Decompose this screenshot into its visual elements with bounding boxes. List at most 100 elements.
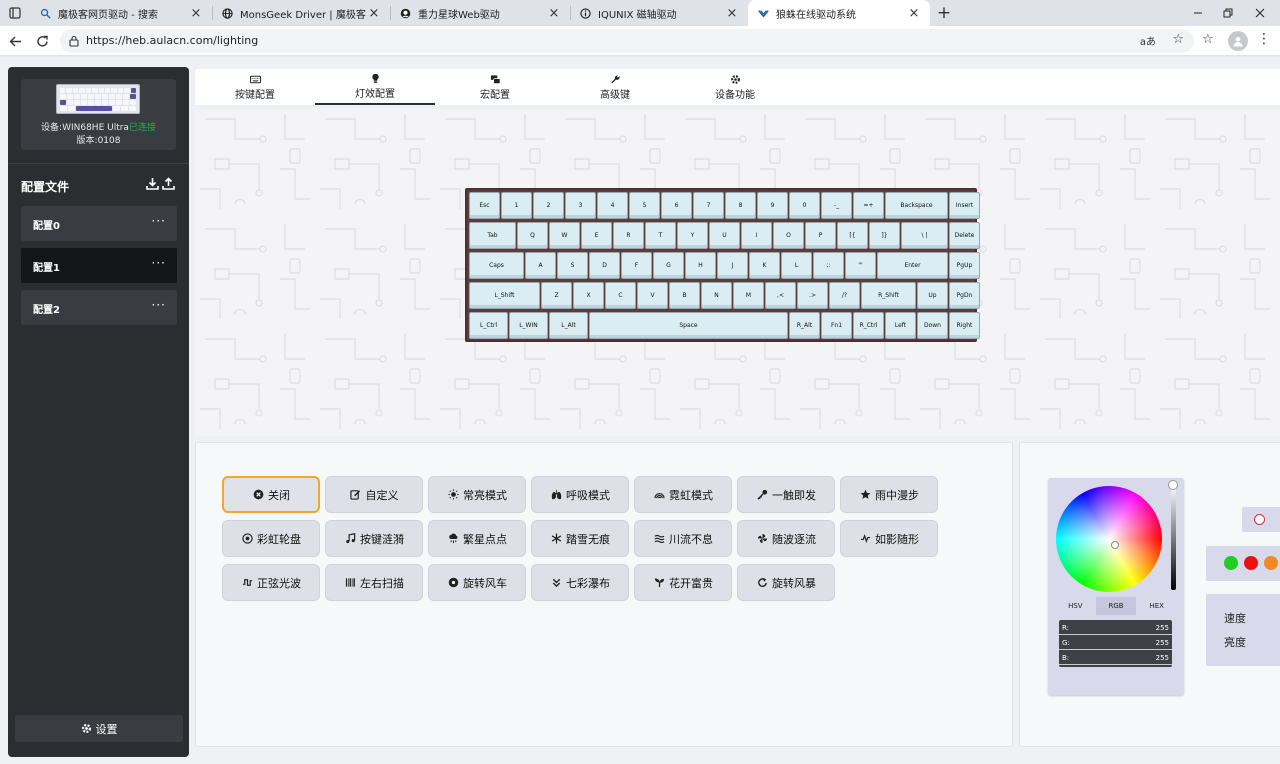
key[interactable]: I xyxy=(741,222,772,249)
key[interactable]: Enter xyxy=(877,252,948,279)
key[interactable]: L_Alt xyxy=(549,312,588,339)
profile-more-icon[interactable]: ··· xyxy=(152,256,166,270)
effect-button[interactable]: 旋转风暴 xyxy=(737,564,835,601)
browser-tab[interactable]: 魔极客网页驱动 - 搜索 × xyxy=(30,0,212,26)
key[interactable]: Backspace xyxy=(885,192,948,219)
key[interactable]: ]} xyxy=(869,222,900,249)
key[interactable]: N xyxy=(701,282,732,309)
key[interactable]: M xyxy=(733,282,764,309)
key[interactable]: Down xyxy=(917,312,948,339)
browser-tab[interactable]: IQUNIX 磁轴驱动 × xyxy=(570,0,748,26)
color-swatch[interactable] xyxy=(1224,556,1238,570)
key[interactable]: 8 xyxy=(725,192,756,219)
key[interactable]: 3 xyxy=(565,192,596,219)
effect-button[interactable]: 常亮模式 xyxy=(428,476,526,513)
key[interactable]: Left xyxy=(885,312,916,339)
key[interactable]: Caps xyxy=(469,252,524,279)
key[interactable]: Insert xyxy=(949,192,980,219)
key[interactable]: Y xyxy=(677,222,708,249)
key[interactable]: L_Ctrl xyxy=(469,312,508,339)
effect-button[interactable]: 正弦光波 xyxy=(222,564,320,601)
key[interactable]: 1 xyxy=(501,192,532,219)
effect-button[interactable]: 踏雪无痕 xyxy=(531,520,629,557)
key[interactable]: \ | xyxy=(901,222,948,249)
effect-button[interactable]: 七彩瀑布 xyxy=(531,564,629,601)
key[interactable]: P xyxy=(805,222,836,249)
key[interactable]: F xyxy=(621,252,652,279)
browser-tab[interactable]: 重力星球Web驱动 × xyxy=(390,0,570,26)
profile-avatar[interactable] xyxy=(1228,31,1248,51)
effect-button[interactable]: 繁星点点 xyxy=(428,520,526,557)
tab-close-icon[interactable]: × xyxy=(906,5,922,21)
main-tab[interactable]: 宏配置 xyxy=(435,69,555,105)
key[interactable]: Z xyxy=(541,282,572,309)
read-aloud-button[interactable]: aあ xyxy=(1140,33,1156,48)
tab-close-icon[interactable]: × xyxy=(188,5,204,21)
key[interactable]: Right xyxy=(949,312,980,339)
key[interactable]: A xyxy=(525,252,556,279)
key[interactable]: L_WIN xyxy=(509,312,548,339)
profile-item[interactable]: 配置2 ··· xyxy=(21,290,177,325)
key[interactable]: Space xyxy=(589,312,788,339)
rgb-channel-value[interactable]: 255 xyxy=(1156,639,1169,647)
key[interactable]: R_Ctrl xyxy=(853,312,884,339)
favorite-star-icon[interactable]: ☆ xyxy=(1172,32,1184,47)
browser-tab[interactable]: MonsGeek Driver | 魔极客云驱动 × xyxy=(212,0,390,26)
url-field[interactable]: https://heb.aulacn.com/lighting aあ ☆ xyxy=(60,29,1194,53)
url-text[interactable]: https://heb.aulacn.com/lighting xyxy=(86,34,258,47)
browser-tab[interactable]: 狼蛛在线驱动系统 × xyxy=(748,0,930,26)
key[interactable]: -_ xyxy=(821,192,852,219)
key[interactable]: C xyxy=(605,282,636,309)
effect-button[interactable]: 川流不息 xyxy=(634,520,732,557)
key[interactable]: [{ xyxy=(837,222,868,249)
download-icon[interactable] xyxy=(146,177,159,190)
key[interactable]: H xyxy=(685,252,716,279)
key[interactable]: 9 xyxy=(757,192,788,219)
back-button[interactable] xyxy=(5,31,25,51)
effect-button[interactable]: 雨中漫步 xyxy=(840,476,938,513)
color-option-radio[interactable] xyxy=(1242,507,1280,532)
key[interactable]: B xyxy=(669,282,700,309)
key[interactable]: O xyxy=(773,222,804,249)
key[interactable]: 7 xyxy=(693,192,724,219)
key[interactable]: Tab xyxy=(469,222,516,249)
brightness-slider-track[interactable] xyxy=(1171,483,1176,590)
key[interactable]: Q xyxy=(517,222,548,249)
profile-more-icon[interactable]: ··· xyxy=(152,214,166,228)
restore-button[interactable] xyxy=(1210,0,1246,26)
effect-button[interactable]: 如影随形 xyxy=(840,520,938,557)
key[interactable]: Delete xyxy=(949,222,980,249)
effect-button[interactable]: 自定义 xyxy=(325,476,423,513)
key[interactable]: L_Shift xyxy=(469,282,540,309)
rgb-channel-value[interactable]: 255 xyxy=(1156,654,1169,662)
color-swatch[interactable] xyxy=(1264,556,1278,570)
main-tab[interactable]: 灯效配置 xyxy=(315,69,435,105)
color-mode-tab[interactable]: HSV xyxy=(1055,597,1096,615)
effect-button[interactable]: 按键涟漪 xyxy=(325,520,423,557)
key[interactable]: T xyxy=(645,222,676,249)
key[interactable]: J xyxy=(717,252,748,279)
key[interactable]: S xyxy=(557,252,588,279)
main-tab[interactable]: 按键配置 xyxy=(195,69,315,105)
site-info-icon[interactable] xyxy=(66,33,82,49)
color-wheel[interactable] xyxy=(1056,486,1162,592)
effect-button[interactable]: 彩虹轮盘 xyxy=(222,520,320,557)
rgb-channel-value[interactable]: 255 xyxy=(1156,624,1169,632)
effect-button[interactable]: 旋转风车 xyxy=(428,564,526,601)
reload-button[interactable] xyxy=(32,31,52,51)
key[interactable]: D xyxy=(589,252,620,279)
color-wheel-handle[interactable] xyxy=(1111,541,1119,549)
key[interactable]: ;: xyxy=(813,252,844,279)
settings-button[interactable]: 设置 xyxy=(15,715,183,742)
effect-button[interactable]: 一触即发 xyxy=(737,476,835,513)
key[interactable]: PgDn xyxy=(949,282,980,309)
key[interactable]: W xyxy=(549,222,580,249)
main-tab[interactable]: 设备功能 xyxy=(675,69,795,105)
tab-close-icon[interactable]: × xyxy=(546,5,562,21)
profile-item[interactable]: 配置0 ··· xyxy=(21,206,177,241)
tab-actions-button[interactable] xyxy=(6,4,24,22)
key[interactable]: R_Shift xyxy=(861,282,916,309)
key[interactable]: Esc xyxy=(469,192,500,219)
main-tab[interactable]: 高级键 xyxy=(555,69,675,105)
key[interactable]: Up xyxy=(917,282,948,309)
